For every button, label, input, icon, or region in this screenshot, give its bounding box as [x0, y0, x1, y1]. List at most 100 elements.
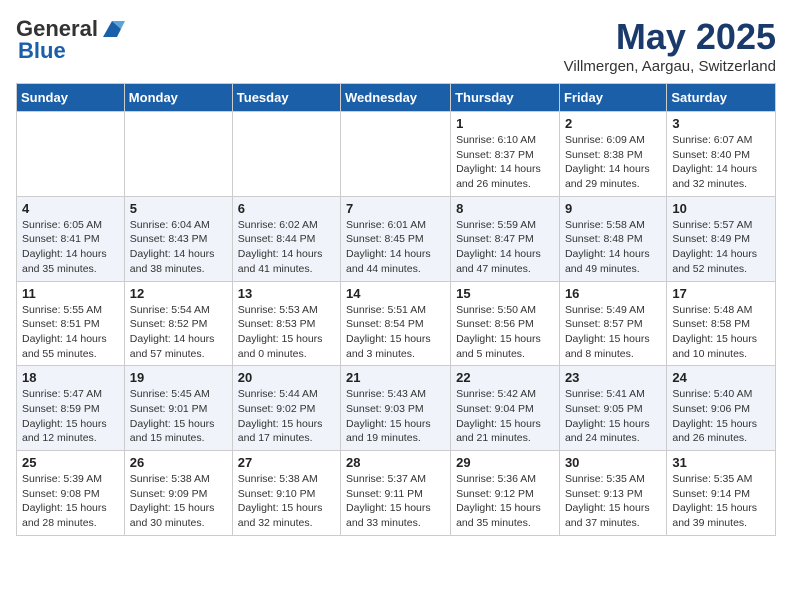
calendar-cell: 2 Sunrise: 6:09 AMSunset: 8:38 PMDaylight… [559, 112, 666, 197]
day-number: 4 [22, 201, 119, 216]
calendar-cell: 29 Sunrise: 5:36 AMSunset: 9:12 PMDayligh… [451, 451, 560, 536]
page-header: General Blue May 2025 Villmergen, Aargau… [16, 16, 776, 75]
logo: General Blue [16, 16, 126, 64]
day-number: 1 [456, 116, 554, 131]
calendar-cell: 21 Sunrise: 5:43 AMSunset: 9:03 PMDayligh… [341, 366, 451, 451]
day-number: 23 [565, 370, 661, 385]
calendar-cell: 26 Sunrise: 5:38 AMSunset: 9:09 PMDayligh… [124, 451, 232, 536]
logo-icon [99, 19, 125, 39]
calendar-header-friday: Friday [559, 84, 666, 112]
day-number: 9 [565, 201, 661, 216]
calendar-header-thursday: Thursday [451, 84, 560, 112]
calendar-cell: 8 Sunrise: 5:59 AMSunset: 8:47 PMDaylight… [451, 196, 560, 281]
day-number: 31 [672, 455, 770, 470]
day-info: Sunrise: 5:51 AMSunset: 8:54 PMDaylight:… [346, 303, 445, 362]
day-info: Sunrise: 5:41 AMSunset: 9:05 PMDaylight:… [565, 387, 661, 446]
calendar-cell: 1 Sunrise: 6:10 AMSunset: 8:37 PMDaylight… [451, 112, 560, 197]
day-info: Sunrise: 5:48 AMSunset: 8:58 PMDaylight:… [672, 303, 770, 362]
day-info: Sunrise: 6:07 AMSunset: 8:40 PMDaylight:… [672, 133, 770, 192]
calendar-cell: 3 Sunrise: 6:07 AMSunset: 8:40 PMDaylight… [667, 112, 776, 197]
calendar-cell: 10 Sunrise: 5:57 AMSunset: 8:49 PMDayligh… [667, 196, 776, 281]
calendar-cell [232, 112, 340, 197]
calendar-cell: 9Sunrise: 5:58 AMSunset: 8:48 PMDaylight… [559, 196, 666, 281]
day-info: Sunrise: 5:49 AMSunset: 8:57 PMDaylight:… [565, 303, 661, 362]
calendar-cell: 16 Sunrise: 5:49 AMSunset: 8:57 PMDayligh… [559, 281, 666, 366]
day-info: Sunrise: 5:53 AMSunset: 8:53 PMDaylight:… [238, 303, 335, 362]
day-number: 7 [346, 201, 445, 216]
day-info: Sunrise: 5:35 AMSunset: 9:14 PMDaylight:… [672, 472, 770, 531]
day-number: 25 [22, 455, 119, 470]
day-info: Sunrise: 5:54 AMSunset: 8:52 PMDaylight:… [130, 303, 227, 362]
day-number: 21 [346, 370, 445, 385]
calendar-cell: 12Sunrise: 5:54 AMSunset: 8:52 PMDayligh… [124, 281, 232, 366]
calendar-cell [124, 112, 232, 197]
day-info: Sunrise: 6:02 AMSunset: 8:44 PMDaylight:… [238, 218, 335, 277]
calendar-week-2: 4 Sunrise: 6:05 AMSunset: 8:41 PMDaylight… [17, 196, 776, 281]
day-info: Sunrise: 6:09 AMSunset: 8:38 PMDaylight:… [565, 133, 661, 192]
day-number: 8 [456, 201, 554, 216]
day-info: Sunrise: 6:10 AMSunset: 8:37 PMDaylight:… [456, 133, 554, 192]
day-number: 13 [238, 286, 335, 301]
title-block: May 2025 Villmergen, Aargau, Switzerland [564, 16, 776, 75]
day-number: 16 [565, 286, 661, 301]
month-title: May 2025 [564, 16, 776, 58]
day-number: 30 [565, 455, 661, 470]
calendar-cell: 13 Sunrise: 5:53 AMSunset: 8:53 PMDayligh… [232, 281, 340, 366]
calendar-cell: 28 Sunrise: 5:37 AMSunset: 9:11 PMDayligh… [341, 451, 451, 536]
day-number: 3 [672, 116, 770, 131]
calendar-cell: 31 Sunrise: 5:35 AMSunset: 9:14 PMDayligh… [667, 451, 776, 536]
day-number: 29 [456, 455, 554, 470]
day-info: Sunrise: 5:43 AMSunset: 9:03 PMDaylight:… [346, 387, 445, 446]
day-info: Sunrise: 5:47 AMSunset: 8:59 PMDaylight:… [22, 387, 119, 446]
day-info: Sunrise: 6:05 AMSunset: 8:41 PMDaylight:… [22, 218, 119, 277]
calendar-cell: 6Sunrise: 6:02 AMSunset: 8:44 PMDaylight… [232, 196, 340, 281]
calendar-header-wednesday: Wednesday [341, 84, 451, 112]
day-info: Sunrise: 5:55 AMSunset: 8:51 PMDaylight:… [22, 303, 119, 362]
calendar-cell: 15Sunrise: 5:50 AMSunset: 8:56 PMDayligh… [451, 281, 560, 366]
day-number: 28 [346, 455, 445, 470]
calendar-week-4: 18Sunrise: 5:47 AMSunset: 8:59 PMDayligh… [17, 366, 776, 451]
calendar-cell: 30 Sunrise: 5:35 AMSunset: 9:13 PMDayligh… [559, 451, 666, 536]
calendar-cell: 11 Sunrise: 5:55 AMSunset: 8:51 PMDayligh… [17, 281, 125, 366]
day-info: Sunrise: 5:59 AMSunset: 8:47 PMDaylight:… [456, 218, 554, 277]
day-info: Sunrise: 6:04 AMSunset: 8:43 PMDaylight:… [130, 218, 227, 277]
calendar-week-5: 25 Sunrise: 5:39 AMSunset: 9:08 PMDayligh… [17, 451, 776, 536]
calendar-cell: 23 Sunrise: 5:41 AMSunset: 9:05 PMDayligh… [559, 366, 666, 451]
day-info: Sunrise: 5:44 AMSunset: 9:02 PMDaylight:… [238, 387, 335, 446]
calendar-header-row: SundayMondayTuesdayWednesdayThursdayFrid… [17, 84, 776, 112]
calendar-cell: 14 Sunrise: 5:51 AMSunset: 8:54 PMDayligh… [341, 281, 451, 366]
day-info: Sunrise: 5:38 AMSunset: 9:09 PMDaylight:… [130, 472, 227, 531]
day-info: Sunrise: 6:01 AMSunset: 8:45 PMDaylight:… [346, 218, 445, 277]
day-info: Sunrise: 5:35 AMSunset: 9:13 PMDaylight:… [565, 472, 661, 531]
calendar-cell [341, 112, 451, 197]
calendar-cell [17, 112, 125, 197]
day-number: 20 [238, 370, 335, 385]
calendar-cell: 24Sunrise: 5:40 AMSunset: 9:06 PMDayligh… [667, 366, 776, 451]
calendar-cell: 5Sunrise: 6:04 AMSunset: 8:43 PMDaylight… [124, 196, 232, 281]
day-info: Sunrise: 5:42 AMSunset: 9:04 PMDaylight:… [456, 387, 554, 446]
location: Villmergen, Aargau, Switzerland [564, 58, 776, 75]
day-number: 10 [672, 201, 770, 216]
calendar-header-monday: Monday [124, 84, 232, 112]
day-number: 26 [130, 455, 227, 470]
day-info: Sunrise: 5:36 AMSunset: 9:12 PMDaylight:… [456, 472, 554, 531]
calendar-cell: 18Sunrise: 5:47 AMSunset: 8:59 PMDayligh… [17, 366, 125, 451]
calendar-header-saturday: Saturday [667, 84, 776, 112]
day-info: Sunrise: 5:57 AMSunset: 8:49 PMDaylight:… [672, 218, 770, 277]
day-number: 11 [22, 286, 119, 301]
day-number: 14 [346, 286, 445, 301]
day-number: 22 [456, 370, 554, 385]
calendar-header-tuesday: Tuesday [232, 84, 340, 112]
day-number: 19 [130, 370, 227, 385]
calendar-cell: 22 Sunrise: 5:42 AMSunset: 9:04 PMDayligh… [451, 366, 560, 451]
calendar-week-3: 11 Sunrise: 5:55 AMSunset: 8:51 PMDayligh… [17, 281, 776, 366]
day-info: Sunrise: 5:37 AMSunset: 9:11 PMDaylight:… [346, 472, 445, 531]
day-number: 27 [238, 455, 335, 470]
calendar-cell: 17 Sunrise: 5:48 AMSunset: 8:58 PMDayligh… [667, 281, 776, 366]
day-info: Sunrise: 5:38 AMSunset: 9:10 PMDaylight:… [238, 472, 335, 531]
day-number: 17 [672, 286, 770, 301]
calendar-table: SundayMondayTuesdayWednesdayThursdayFrid… [16, 83, 776, 536]
day-info: Sunrise: 5:40 AMSunset: 9:06 PMDaylight:… [672, 387, 770, 446]
day-number: 2 [565, 116, 661, 131]
day-info: Sunrise: 5:39 AMSunset: 9:08 PMDaylight:… [22, 472, 119, 531]
